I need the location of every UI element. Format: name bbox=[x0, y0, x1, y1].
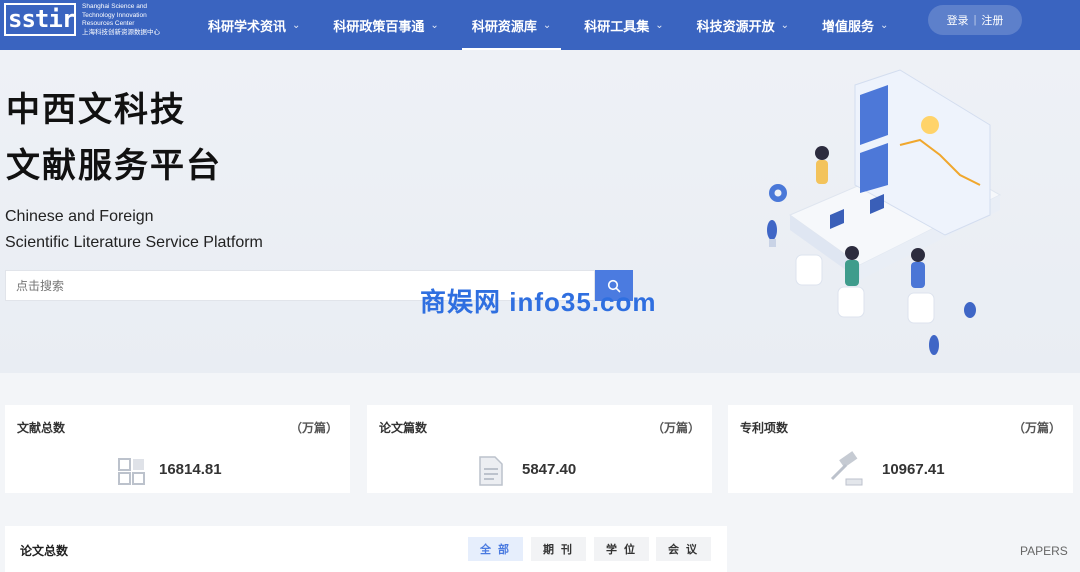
stat-value: 16814.81 bbox=[159, 461, 222, 478]
filter-all[interactable]: 全 部 bbox=[468, 537, 523, 561]
subtitle-line-2: Scientific Literature Service Platform bbox=[5, 234, 263, 251]
stat-card-patents: 专利项数 （万篇） 10967.41 bbox=[728, 405, 1073, 493]
page-subtitle: Chinese and Foreign Scientific Literatur… bbox=[5, 204, 263, 256]
stat-unit: （万篇） bbox=[651, 421, 700, 435]
nav-item-resource-library[interactable]: 科研资源库 ⌄ bbox=[461, 0, 562, 50]
watermark-text: 商娱网 info35.com bbox=[420, 287, 657, 317]
stat-label: 专利项数 bbox=[740, 421, 789, 435]
hero-banner: 中西文科技 文献服务平台 Chinese and Foreign Scienti… bbox=[0, 50, 1080, 373]
nav-item-value-added[interactable]: 增值服务 ⌄ bbox=[812, 0, 898, 50]
stat-label: 文献总数 bbox=[17, 421, 66, 435]
register-link[interactable]: 注册 bbox=[981, 12, 1003, 28]
chevron-down-icon: ⌄ bbox=[292, 19, 301, 31]
office-illustration bbox=[767, 69, 1002, 355]
nav-item-label: 科研学术资讯 bbox=[208, 18, 287, 34]
page-title: 中西文科技 文献服务平台 bbox=[6, 82, 222, 194]
filter-journal[interactable]: 期 刊 bbox=[531, 537, 586, 561]
nav-item-academic-news[interactable]: 科研学术资讯 ⌄ bbox=[198, 0, 310, 50]
filter-degree[interactable]: 学 位 bbox=[594, 537, 649, 561]
chevron-down-icon: ⌄ bbox=[780, 19, 790, 31]
stat-unit: （万篇） bbox=[1012, 421, 1061, 435]
login-register-button: 登录 | 注册 bbox=[928, 5, 1022, 35]
stat-card-papers: 论文篇数 （万篇） 5847.40 bbox=[367, 405, 712, 493]
nav-item-tools[interactable]: 科研工具集 ⌄ bbox=[574, 0, 673, 50]
grid-icon bbox=[118, 458, 145, 485]
gavel-icon bbox=[830, 451, 863, 486]
chevron-down-icon: ⌄ bbox=[430, 19, 439, 31]
chevron-down-icon: ⌄ bbox=[542, 19, 552, 31]
login-link[interactable]: 登录 bbox=[947, 12, 969, 28]
papers-caption: PAPERS bbox=[1020, 544, 1068, 558]
papers-total-panel: 论文总数 全 部 期 刊 学 位 会 议 bbox=[5, 526, 727, 572]
chevron-down-icon: ⌄ bbox=[655, 19, 664, 31]
nav-item-label: 科研政策百事通 bbox=[333, 18, 425, 34]
logo-cn-name: 上海科技创新资源数据中心 bbox=[82, 28, 160, 36]
nav-item-label: 科研工具集 bbox=[584, 18, 650, 34]
stat-value: 5847.40 bbox=[522, 461, 577, 478]
main-menu: 科研学术资讯 ⌄ 科研政策百事通 ⌄ 科研资源库 ⌄ 科研工具集 ⌄ 科技资源开放 ⌄ 增… bbox=[198, 0, 911, 50]
nav-item-resource-open[interactable]: 科技资源开放 ⌄ bbox=[687, 0, 799, 50]
stat-card-literature-total: 文献总数 （万篇） 16814.81 bbox=[5, 405, 350, 493]
section-title: 论文总数 bbox=[20, 544, 69, 558]
nav-item-label: 增值服务 bbox=[822, 18, 875, 34]
logo[interactable]: sstir Shanghai Science and Technology In… bbox=[4, 3, 172, 37]
nav-item-label: 科技资源开放 bbox=[696, 18, 775, 34]
filter-conference[interactable]: 会 议 bbox=[656, 537, 711, 561]
logo-en-name: Shanghai Science and Technology Innovati… bbox=[82, 3, 148, 27]
divider: | bbox=[973, 14, 977, 26]
logo-mark: sstir bbox=[4, 3, 76, 36]
document-icon bbox=[479, 456, 503, 486]
stat-label: 论文篇数 bbox=[379, 421, 428, 435]
subtitle-line-1: Chinese and Foreign bbox=[5, 208, 154, 225]
logo-text: Shanghai Science and Technology Innovati… bbox=[82, 3, 172, 37]
nav-item-label: 科研资源库 bbox=[471, 18, 537, 34]
title-line-2: 文献服务平台 bbox=[6, 147, 222, 185]
nav-item-policy[interactable]: 科研政策百事通 ⌄ bbox=[323, 0, 448, 50]
title-line-1: 中西文科技 bbox=[6, 91, 186, 129]
stat-value: 10967.41 bbox=[882, 461, 945, 478]
top-nav: sstir Shanghai Science and Technology In… bbox=[0, 0, 1080, 50]
stat-unit: （万篇） bbox=[289, 421, 338, 435]
chevron-down-icon: ⌄ bbox=[880, 19, 889, 31]
